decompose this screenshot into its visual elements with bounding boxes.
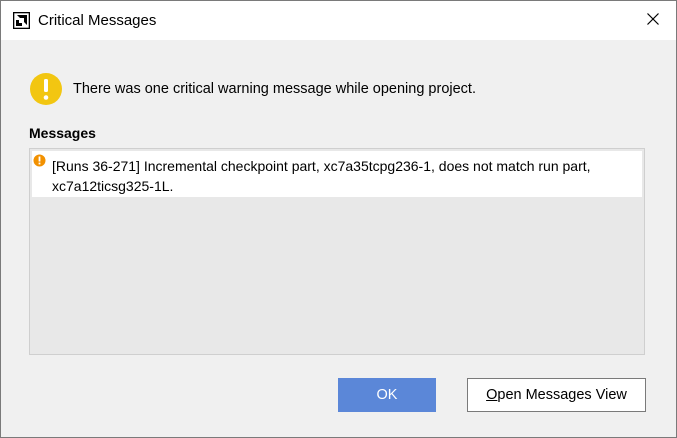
close-icon bbox=[647, 12, 659, 30]
mnemonic-letter: O bbox=[486, 387, 498, 403]
title-bar: Critical Messages bbox=[1, 1, 676, 40]
list-item[interactable]: [Runs 36-271] Incremental checkpoint par… bbox=[32, 151, 642, 197]
ok-button[interactable]: OK bbox=[338, 378, 436, 412]
summary-text: There was one critical warning message w… bbox=[73, 81, 476, 97]
warning-circle-icon bbox=[29, 72, 63, 106]
messages-label: Messages bbox=[29, 125, 96, 141]
amd-logo-icon bbox=[12, 11, 31, 30]
message-text: [Runs 36-271] Incremental checkpoint par… bbox=[52, 158, 591, 194]
button-label-rest: pen Messages View bbox=[497, 387, 627, 403]
critical-messages-dialog: Critical Messages There was one critical… bbox=[0, 0, 677, 438]
warning-small-icon bbox=[33, 154, 46, 167]
messages-list[interactable]: [Runs 36-271] Incremental checkpoint par… bbox=[29, 148, 645, 355]
window-title: Critical Messages bbox=[38, 12, 157, 29]
close-button[interactable] bbox=[630, 1, 676, 40]
summary-banner: There was one critical warning message w… bbox=[29, 72, 476, 106]
open-messages-view-button[interactable]: Open Messages View bbox=[467, 378, 646, 412]
